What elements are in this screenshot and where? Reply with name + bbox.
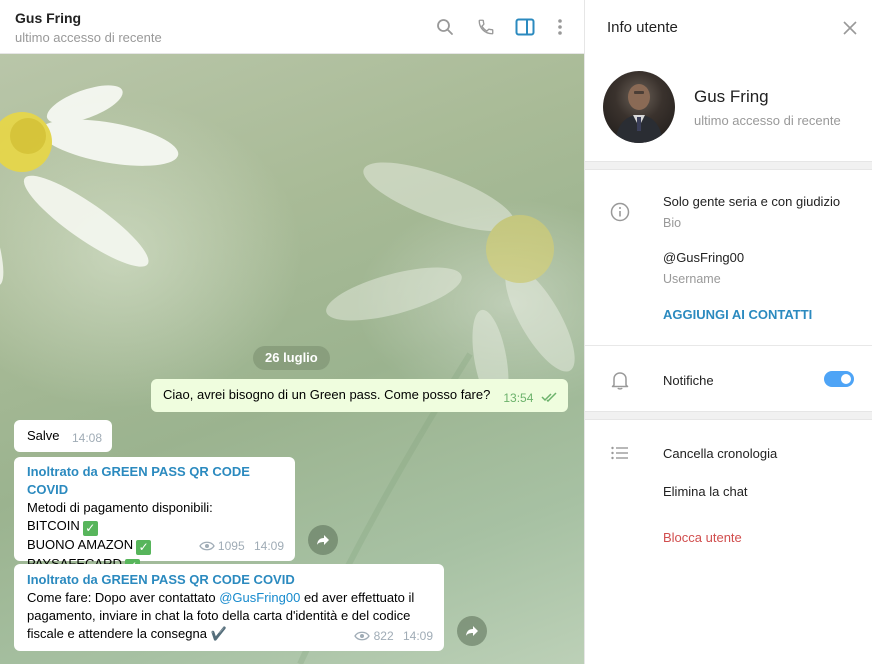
username-text[interactable]: @GusFring00	[663, 250, 744, 265]
message-text: Ciao, avrei bisogno di un Green pass. Co…	[163, 387, 491, 402]
share-arrow-icon	[317, 535, 329, 545]
panel-title: Info utente	[607, 19, 678, 36]
view-count: 1095	[217, 539, 245, 553]
chat-status: ultimo accesso di recente	[15, 30, 162, 45]
avatar[interactable]	[603, 71, 675, 143]
profile-name: Gus Fring	[694, 87, 769, 106]
block-user-button[interactable]: Blocca utente	[663, 530, 742, 545]
message-line: pagamento, inviare in chat la foto della…	[27, 608, 411, 623]
user-info-panel: Info utente Gus Fring ultimo accesso di …	[584, 0, 872, 664]
message-forwarded[interactable]: Inoltrato da GREEN PASS QR CODE COVID Me…	[14, 457, 295, 574]
view-count: 822	[373, 629, 394, 643]
check-mark-icon: ✓	[82, 521, 98, 536]
section-divider	[585, 411, 872, 420]
message-incoming[interactable]: Salve 14:08	[14, 420, 112, 452]
message-text: ed aver effettuato il	[300, 590, 415, 605]
profile-status: ultimo accesso di recente	[694, 113, 841, 128]
close-icon[interactable]	[839, 17, 861, 39]
share-button[interactable]	[457, 616, 487, 646]
share-button[interactable]	[308, 525, 338, 555]
check-mark-icon: ✓	[136, 540, 152, 555]
section-divider	[585, 161, 872, 170]
message-text: Salve	[27, 428, 60, 443]
chat-title[interactable]: Gus Fring	[15, 10, 81, 26]
sidebar-toggle-icon[interactable]	[513, 15, 537, 39]
chat-background: 26 luglio Ciao, avrei bisogno di un Gree…	[0, 54, 584, 664]
double-check-icon	[541, 392, 557, 403]
clear-history-button[interactable]: Cancella cronologia	[663, 446, 777, 461]
message-line: Metodi di pagamento disponibili:	[27, 500, 213, 515]
message-time: 14:09	[402, 629, 433, 643]
chat-header: Gus Fring ultimo accesso di recente	[0, 0, 584, 54]
message-text: Come fare: Dopo aver contattato	[27, 590, 220, 605]
delete-chat-button[interactable]: Elimina la chat	[663, 484, 748, 499]
search-icon[interactable]	[433, 15, 457, 39]
message-time: 14:09	[253, 539, 284, 553]
add-to-contacts-button[interactable]: AGGIUNGI AI CONTATTI	[663, 307, 812, 322]
list-icon	[609, 442, 631, 464]
share-arrow-icon	[466, 626, 478, 636]
phone-icon[interactable]	[474, 15, 498, 39]
forwarded-from-label[interactable]: Inoltrato da GREEN PASS QR CODE COVID	[27, 571, 431, 589]
message-line: Come fare: Dopo aver contattato @GusFrin…	[27, 589, 431, 607]
message-time: 13:54	[503, 391, 534, 405]
eye-icon	[198, 541, 215, 551]
info-circle-icon	[609, 201, 631, 223]
bell-icon	[609, 369, 631, 391]
notifications-label: Notifiche	[663, 373, 714, 388]
bio-label: Bio	[663, 216, 682, 230]
eye-icon	[354, 631, 371, 641]
bio-text: Solo gente seria e con giudizio	[663, 194, 841, 209]
username-label: Username	[663, 272, 721, 286]
mention-link[interactable]: @GusFring00	[219, 590, 300, 605]
message-line-with-check: BITCOIN ✓	[27, 517, 282, 536]
chat-pane: Gus Fring ultimo accesso di recente 26 l…	[0, 0, 584, 664]
toggle-knob	[839, 372, 853, 386]
divider-line	[585, 345, 872, 346]
forwarded-from-label[interactable]: Inoltrato da GREEN PASS QR CODE COVID	[27, 463, 282, 499]
message-time: 14:08	[71, 431, 102, 445]
date-separator: 26 luglio	[253, 346, 330, 370]
notifications-toggle[interactable]	[824, 371, 854, 387]
message-outgoing[interactable]: Ciao, avrei bisogno di un Green pass. Co…	[151, 379, 568, 412]
message-line: BUONO AMAZON	[27, 537, 134, 552]
more-vertical-icon[interactable]	[548, 15, 572, 39]
message-forwarded[interactable]: Inoltrato da GREEN PASS QR CODE COVID Co…	[14, 564, 444, 651]
message-line: BITCOIN	[27, 518, 80, 533]
